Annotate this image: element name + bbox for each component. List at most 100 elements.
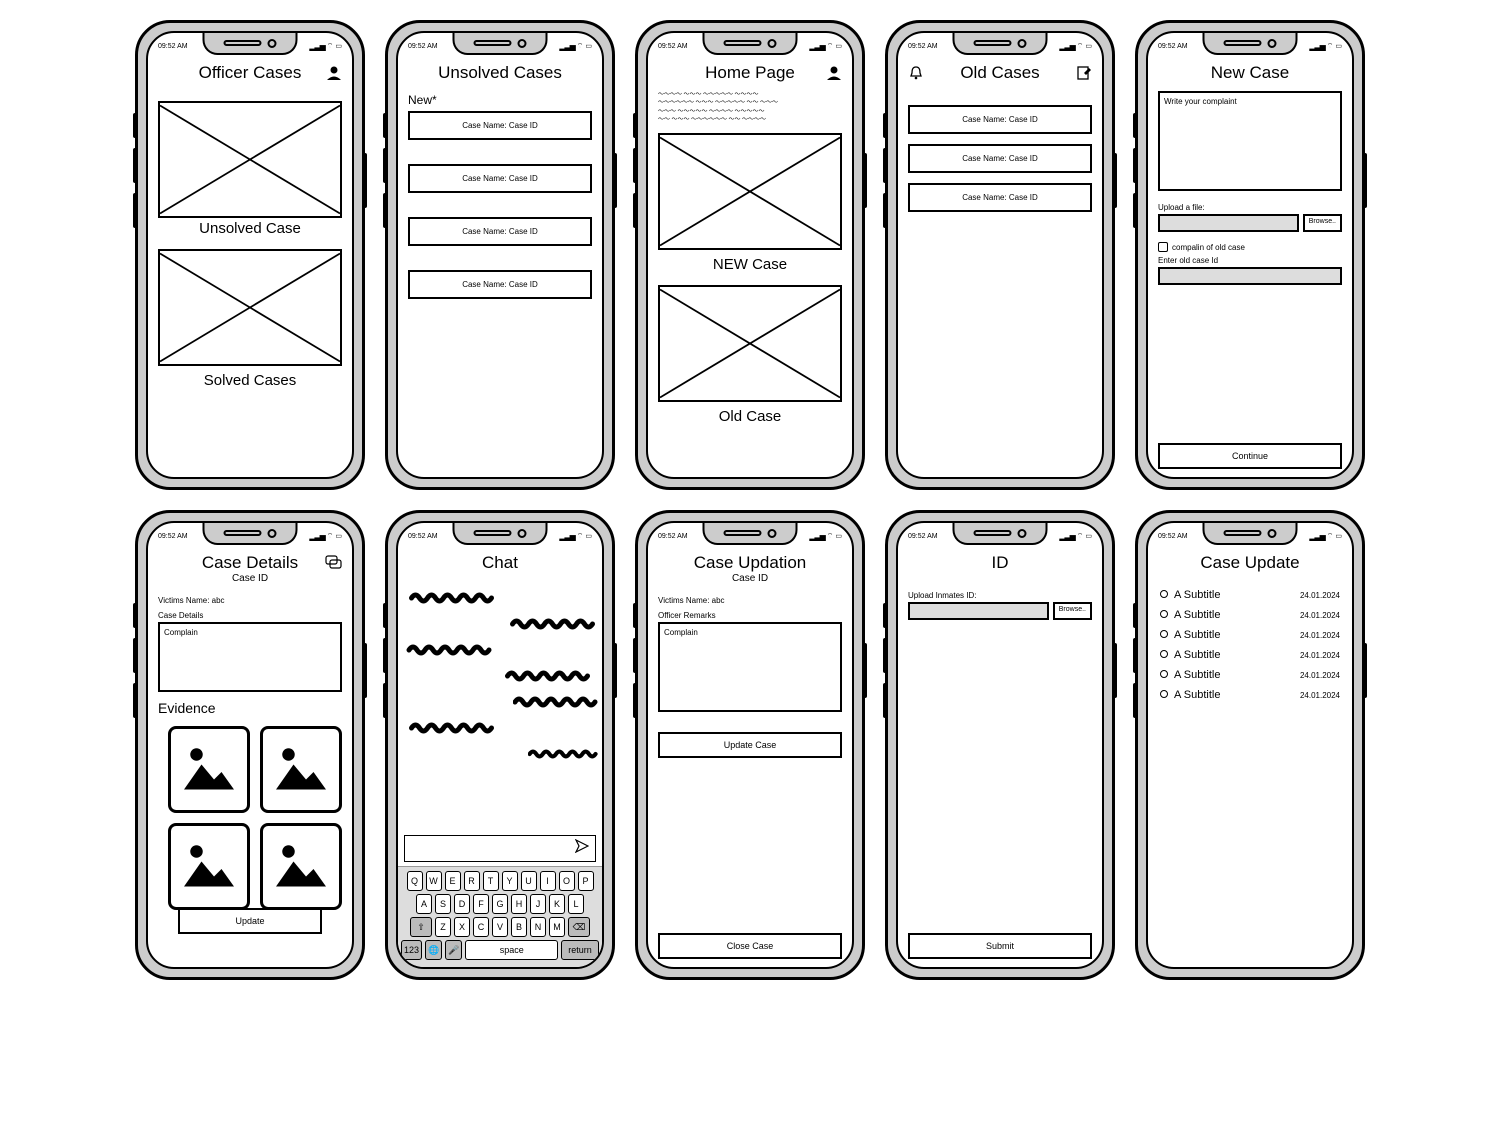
- key-⇧[interactable]: ⇧: [410, 917, 432, 937]
- file-input[interactable]: [908, 602, 1049, 620]
- key-mic[interactable]: 🎤: [445, 940, 462, 960]
- key-V[interactable]: V: [492, 917, 508, 937]
- key-globe[interactable]: 🌐: [425, 940, 442, 960]
- key-A[interactable]: A: [416, 894, 432, 914]
- chat-icon[interactable]: [325, 555, 342, 575]
- key-C[interactable]: C: [473, 917, 489, 937]
- status-time: 09:52 AM: [158, 43, 188, 50]
- update-item[interactable]: A Subtitle24.01.2024: [1158, 685, 1342, 705]
- chat-msg-sent: [528, 747, 598, 761]
- intro-text: ～～～～ ～～～ ～～～～～ ～～～～～～～～～～ ～～～ ～～～～～ ～～ ～…: [658, 91, 842, 125]
- update-item[interactable]: A Subtitle24.01.2024: [1158, 645, 1342, 665]
- key-M[interactable]: M: [549, 917, 565, 937]
- old-case-checkbox[interactable]: [1158, 242, 1168, 252]
- chat-msg-received: [402, 721, 502, 735]
- case-item[interactable]: Case Name: Case ID: [908, 144, 1092, 173]
- page-title: Old Cases: [960, 63, 1039, 83]
- key-Q[interactable]: Q: [407, 871, 423, 891]
- close-case-button[interactable]: Close Case: [658, 933, 842, 959]
- case-details-textarea[interactable]: Complain: [158, 622, 342, 692]
- case-item[interactable]: Case Name: Case ID: [408, 217, 592, 246]
- profile-icon[interactable]: [826, 65, 842, 86]
- key-R[interactable]: R: [464, 871, 480, 891]
- case-item[interactable]: Case Name: Case ID: [908, 183, 1092, 212]
- key-W[interactable]: W: [426, 871, 442, 891]
- key-B[interactable]: B: [511, 917, 527, 937]
- old-id-label: Enter old case Id: [1158, 256, 1342, 265]
- key-L[interactable]: L: [568, 894, 584, 914]
- upload-label: Upload Inmates ID:: [908, 591, 1092, 600]
- profile-icon[interactable]: [326, 65, 342, 86]
- update-item[interactable]: A Subtitle24.01.2024: [1158, 605, 1342, 625]
- key-O[interactable]: O: [559, 871, 575, 891]
- evidence-thumb[interactable]: [168, 823, 250, 910]
- chat-msg-received: [402, 591, 502, 605]
- key-123[interactable]: 123: [401, 940, 422, 960]
- evidence-thumb[interactable]: [260, 823, 342, 910]
- solved-image[interactable]: [158, 249, 342, 366]
- file-input[interactable]: [1158, 214, 1299, 232]
- bell-icon[interactable]: [908, 65, 924, 86]
- case-item[interactable]: Case Name: Case ID: [408, 270, 592, 299]
- send-icon[interactable]: [575, 839, 589, 858]
- update-button[interactable]: Update: [178, 908, 322, 934]
- page-title: New Case: [1211, 63, 1289, 83]
- key-D[interactable]: D: [454, 894, 470, 914]
- key-Z[interactable]: Z: [435, 917, 451, 937]
- key-P[interactable]: P: [578, 871, 594, 891]
- phone-case-updation: 09:52 AM▂▃▅⌔▭ Case Updation Case ID Vict…: [635, 510, 865, 980]
- old-case-image[interactable]: [658, 285, 842, 402]
- submit-button[interactable]: Submit: [908, 933, 1092, 959]
- solved-label: Solved Cases: [158, 372, 342, 389]
- evidence-thumb[interactable]: [260, 726, 342, 813]
- case-item[interactable]: Case Name: Case ID: [908, 105, 1092, 134]
- update-case-button[interactable]: Update Case: [658, 732, 842, 758]
- update-item[interactable]: A Subtitle24.01.2024: [1158, 665, 1342, 685]
- key-⌫[interactable]: ⌫: [568, 917, 590, 937]
- page-title: Unsolved Cases: [438, 63, 562, 83]
- phone-new-case: 09:52 AM▂▃▅⌔▭ New Case Write your compla…: [1135, 20, 1365, 490]
- page-title: Case Update: [1200, 553, 1299, 573]
- keyboard: QWERTYUIOP ASDFGHJKL ⇧ZXCVBNM⌫ 123 🌐 🎤 s…: [398, 866, 602, 967]
- page-subtitle: Case ID: [732, 573, 768, 584]
- key-S[interactable]: S: [435, 894, 451, 914]
- case-item[interactable]: Case Name: Case ID: [408, 111, 592, 140]
- continue-button[interactable]: Continue: [1158, 443, 1342, 469]
- checkbox-label: compalin of old case: [1172, 243, 1245, 252]
- old-case-label: Old Case: [658, 408, 842, 425]
- key-I[interactable]: I: [540, 871, 556, 891]
- key-space[interactable]: space: [465, 940, 558, 960]
- remarks-textarea[interactable]: Complain: [658, 622, 842, 712]
- new-case-image[interactable]: [658, 133, 842, 250]
- new-case-label: NEW Case: [658, 256, 842, 273]
- edit-icon[interactable]: [1076, 65, 1092, 86]
- browse-button[interactable]: Browse..: [1053, 602, 1092, 620]
- chat-input[interactable]: [411, 842, 575, 856]
- key-F[interactable]: F: [473, 894, 489, 914]
- browse-button[interactable]: Browse..: [1303, 214, 1342, 232]
- key-Y[interactable]: Y: [502, 871, 518, 891]
- page-title: Chat: [482, 553, 518, 573]
- key-E[interactable]: E: [445, 871, 461, 891]
- key-J[interactable]: J: [530, 894, 546, 914]
- key-return[interactable]: return: [561, 940, 599, 960]
- case-item[interactable]: Case Name: Case ID: [408, 164, 592, 193]
- evidence-thumb[interactable]: [168, 726, 250, 813]
- key-U[interactable]: U: [521, 871, 537, 891]
- complaint-textarea[interactable]: Write your complaint: [1158, 91, 1342, 191]
- key-G[interactable]: G: [492, 894, 508, 914]
- key-X[interactable]: X: [454, 917, 470, 937]
- phone-officer-cases: 09:52 AM ▂▃▅⌔▭ Officer Cases Unsolved Ca…: [135, 20, 365, 490]
- page-title: Home Page: [705, 63, 795, 83]
- page-title: Case Updation: [694, 553, 806, 573]
- old-id-input[interactable]: [1158, 267, 1342, 285]
- key-N[interactable]: N: [530, 917, 546, 937]
- unsolved-image[interactable]: [158, 101, 342, 218]
- notch: [203, 33, 298, 55]
- update-item[interactable]: A Subtitle24.01.2024: [1158, 625, 1342, 645]
- key-H[interactable]: H: [511, 894, 527, 914]
- key-T[interactable]: T: [483, 871, 499, 891]
- evidence-label: Evidence: [158, 700, 342, 716]
- update-item[interactable]: A Subtitle24.01.2024: [1158, 585, 1342, 605]
- key-K[interactable]: K: [549, 894, 565, 914]
